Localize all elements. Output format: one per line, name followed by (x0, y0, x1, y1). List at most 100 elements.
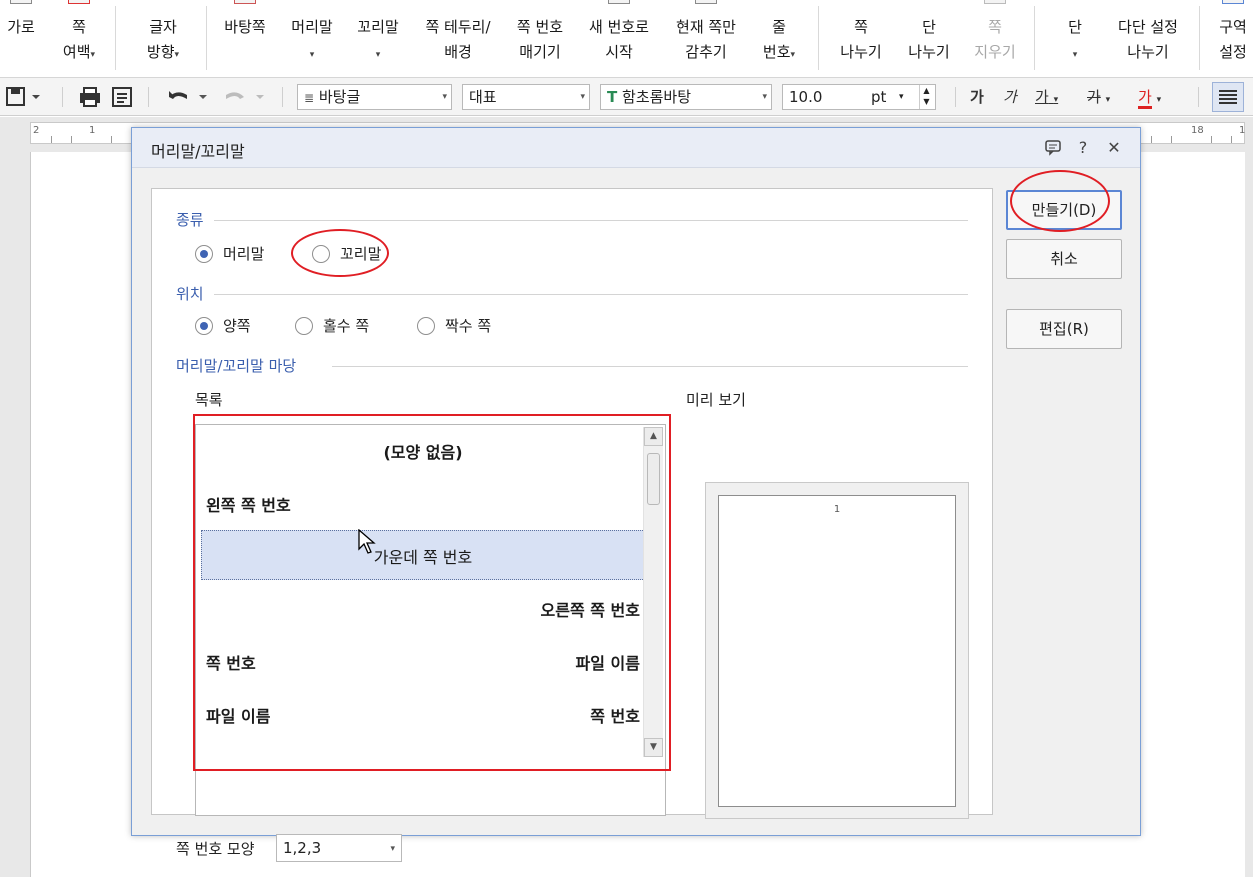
ribbon-page-break-button[interactable]: 쪽 나누기 (832, 0, 890, 78)
ruler-tick (51, 136, 52, 143)
outline-select[interactable]: 대표 ▾ (462, 84, 590, 110)
font-select[interactable]: T 함초롬바탕 ▾ (600, 84, 772, 110)
ribbon-divider (206, 6, 207, 70)
ruler-tick (1171, 136, 1172, 143)
position-even-radio[interactable]: 짝수 쪽 (417, 315, 517, 337)
chevron-down-icon: ▾ (899, 92, 904, 102)
redo-icon[interactable] (218, 85, 268, 109)
ribbon-page-number-button[interactable]: 쪽 번호 매기기 (508, 0, 572, 78)
page-number-format-label: 쪽 번호 모양 (176, 840, 255, 858)
section-divider (332, 366, 968, 367)
chevron-down-icon: ▾ (375, 50, 381, 60)
ribbon-section-setting-button[interactable]: 구역 설정 (1208, 0, 1253, 78)
annotation-ellipse-create (1010, 170, 1110, 232)
undo-icon[interactable] (165, 85, 215, 109)
ribbon-footer-button[interactable]: 꼬리말 ▾ (349, 0, 407, 78)
position-both-radio[interactable]: 양쪽 (195, 315, 275, 337)
ribbon-multi-column-button[interactable]: 다단 설정 나누기 (1105, 0, 1191, 78)
truetype-font-icon: T (607, 88, 618, 106)
madang-section-label: 머리말/꼬리말 마당 (176, 357, 297, 375)
radio-unchecked-icon (295, 317, 313, 335)
toolbar-divider (282, 87, 283, 107)
save-icon[interactable] (6, 85, 42, 109)
toolbar-divider (62, 87, 63, 107)
section-divider (214, 294, 968, 295)
preview-page-number: 1 (833, 504, 841, 515)
annotation-ellipse-footer (291, 229, 389, 277)
ribbon-divider (1034, 6, 1035, 70)
ribbon-master-page-button[interactable]: 바탕쪽 (214, 0, 276, 78)
type-header-radio[interactable]: 머리말 (195, 243, 285, 265)
chevron-down-icon: ▾ (1156, 95, 1162, 105)
preview-icon[interactable] (110, 85, 134, 109)
close-icon[interactable]: ✕ (1104, 138, 1124, 158)
chevron-down-icon: ▾ (762, 92, 767, 102)
chevron-down-icon: ▾ (174, 50, 180, 60)
ribbon-hide-current-page-button[interactable]: 현재 쪽만 감추기 (666, 0, 746, 78)
comment-icon[interactable] (1043, 138, 1063, 158)
ribbon-divider (818, 6, 819, 70)
toolbar-divider (1198, 87, 1199, 107)
chevron-down-icon: ▾ (309, 50, 315, 60)
chevron-down-icon: ▾ (442, 92, 447, 102)
edit-button[interactable]: 편집(R) (1006, 309, 1122, 349)
radio-unchecked-icon (417, 317, 435, 335)
ribbon-new-number-button[interactable]: 새 번호로 시작 (580, 0, 658, 78)
dialog-titlebar[interactable]: 머리말/꼬리말 ? ✕ (132, 128, 1140, 168)
delete-page-icon (984, 0, 1006, 4)
bold-button[interactable]: 가 (970, 85, 984, 109)
ribbon-columns-button[interactable]: 단 ▾ (1050, 0, 1100, 78)
section-divider (214, 220, 968, 221)
ribbon-delete-page-button[interactable]: 쪽 지우기 (966, 0, 1024, 78)
chevron-down-icon: ▾ (1053, 95, 1059, 105)
hide-page-icon (695, 0, 717, 4)
size-spinner[interactable]: ▲ ▼ (919, 85, 933, 109)
cancel-button[interactable]: 취소 (1006, 239, 1122, 279)
dialog-title: 머리말/꼬리말 (151, 142, 245, 161)
type-section-label: 종류 (176, 211, 204, 229)
font-color-button[interactable]: 가 ▾ (1138, 85, 1161, 109)
ribbon-page-border-button[interactable]: 쪽 테두리/배경 (414, 0, 502, 78)
ruler-tick (1151, 136, 1152, 143)
page-number-format-select[interactable]: 1,2,3 ▾ (276, 834, 402, 862)
align-justify-button[interactable] (1212, 82, 1244, 112)
preview-label: 미리 보기 (686, 391, 746, 409)
ribbon-page-margin-button[interactable]: 쪽 여백▾ (52, 0, 106, 78)
ribbon-landscape-button[interactable]: 가로 (0, 0, 42, 78)
ruler-tick (1231, 136, 1232, 143)
master-page-icon (234, 0, 256, 4)
chevron-down-icon: ▾ (90, 50, 96, 60)
preview-page: 1 (718, 495, 956, 807)
ribbon-text-direction-button[interactable]: 글자 방향▾ (128, 0, 198, 78)
ruler-tick (1211, 136, 1212, 143)
italic-button[interactable]: 가 (1003, 85, 1017, 109)
list-label: 목록 (195, 391, 223, 409)
help-icon[interactable]: ? (1073, 138, 1093, 158)
format-toolbar: ≣ 바탕글 ▾ 대표 ▾ T 함초롬바탕 ▾ 10.0 pt ▾ ▲ ▼ 가 가 가 ▾… (0, 78, 1253, 116)
chevron-down-icon: ▾ (790, 50, 796, 60)
style-select[interactable]: ≣ 바탕글 ▾ (297, 84, 452, 110)
style-icon: ≣ (304, 91, 315, 105)
preview-panel: 1 (705, 482, 969, 819)
ribbon: 가로 쪽 여백▾ 글자 방향▾ 바탕쪽 머리말 ▾ 꼬리말 ▾ 쪽 테두리/배경 쪽 번… (0, 0, 1253, 78)
annotation-highlight-box (193, 414, 671, 771)
toolbar-divider (955, 87, 956, 107)
chevron-down-icon: ▾ (580, 92, 585, 102)
strikethrough-button[interactable]: 가 ▾ (1087, 85, 1110, 109)
chevron-down-icon: ▾ (1072, 50, 1078, 60)
position-odd-radio[interactable]: 홀수 쪽 (295, 315, 395, 337)
ribbon-divider (115, 6, 116, 70)
ruler-tick (111, 136, 112, 143)
radio-checked-icon (195, 317, 213, 335)
underline-button[interactable]: 가 ▾ (1035, 85, 1058, 109)
ribbon-line-number-button[interactable]: 줄 번호▾ (756, 0, 802, 78)
font-size-input[interactable]: 10.0 pt ▾ ▲ ▼ (782, 84, 936, 110)
chevron-down-icon: ▾ (390, 844, 395, 854)
radio-checked-icon (195, 245, 213, 263)
ribbon-header-button[interactable]: 머리말 ▾ (283, 0, 341, 78)
print-icon[interactable] (78, 85, 102, 109)
position-section-label: 위치 (176, 285, 204, 303)
ribbon-column-break-button[interactable]: 단 나누기 (900, 0, 958, 78)
ruler-tick (71, 136, 72, 143)
toolbar-divider (148, 87, 149, 107)
